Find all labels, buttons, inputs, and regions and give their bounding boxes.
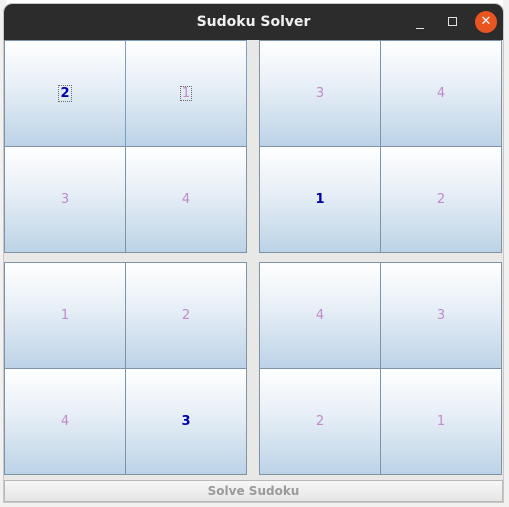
minimize-button[interactable]: [410, 12, 430, 32]
cell-value: 4: [60, 414, 70, 429]
background-app-edge-bottom: [0, 502, 509, 507]
sudoku-cell-r4c2[interactable]: 3: [125, 368, 247, 475]
sudoku-cell-r1c3[interactable]: 3: [259, 40, 381, 147]
sudoku-cell-r2c4[interactable]: 2: [380, 146, 502, 253]
close-button[interactable]: ✕: [475, 11, 497, 33]
cell-value: 2: [436, 192, 446, 207]
title-bar[interactable]: Sudoku Solver ✕: [4, 4, 503, 40]
sudoku-cell-r3c4[interactable]: 3: [380, 262, 502, 369]
cell-value: 4: [181, 192, 191, 207]
solve-sudoku-button[interactable]: Solve Sudoku: [4, 480, 503, 502]
sudoku-cell-r2c3[interactable]: 1: [259, 146, 381, 253]
cell-value: 1: [436, 414, 446, 429]
sudoku-cell-r1c2[interactable]: 1: [125, 40, 247, 147]
cell-value: 2: [315, 414, 325, 429]
cell-value: 4: [315, 308, 325, 323]
cell-value: 2: [58, 85, 72, 102]
sudoku-cell-r2c1[interactable]: 3: [4, 146, 126, 253]
cell-value: 4: [436, 86, 446, 101]
minimize-icon: [416, 28, 424, 29]
sudoku-cell-r4c1[interactable]: 4: [4, 368, 126, 475]
cell-value: 3: [436, 308, 446, 323]
close-icon: ✕: [480, 14, 492, 29]
cell-value: 3: [181, 414, 191, 429]
sudoku-cell-r3c1[interactable]: 1: [4, 262, 126, 369]
cell-value: 3: [315, 86, 325, 101]
sudoku-cell-r2c2[interactable]: 4: [125, 146, 247, 253]
sudoku-cell-r3c2[interactable]: 2: [125, 262, 247, 369]
maximize-icon: [447, 17, 457, 26]
cell-value: 1: [315, 192, 325, 207]
cell-value: 3: [60, 192, 70, 207]
sudoku-solver-window: Sudoku Solver ✕ 2 1 3 4 3 4 1 2 1 2 4 3 4 3 2 1 Solve S…: [4, 4, 503, 502]
cell-value: 1: [179, 86, 193, 101]
maximize-button[interactable]: [442, 12, 462, 32]
sudoku-cell-r1c1[interactable]: 2: [4, 40, 126, 147]
sudoku-cell-r4c3[interactable]: 2: [259, 368, 381, 475]
sudoku-cell-r1c4[interactable]: 4: [380, 40, 502, 147]
background-app-edge-right: [503, 0, 509, 507]
sudoku-cell-r4c4[interactable]: 1: [380, 368, 502, 475]
cell-value: 1: [60, 308, 70, 323]
sudoku-board: 2 1 3 4 3 4 1 2 1 2 4 3 4 3 2 1 Solve Sudoku: [4, 40, 503, 502]
sudoku-cell-r3c3[interactable]: 4: [259, 262, 381, 369]
cell-value: 2: [181, 308, 191, 323]
